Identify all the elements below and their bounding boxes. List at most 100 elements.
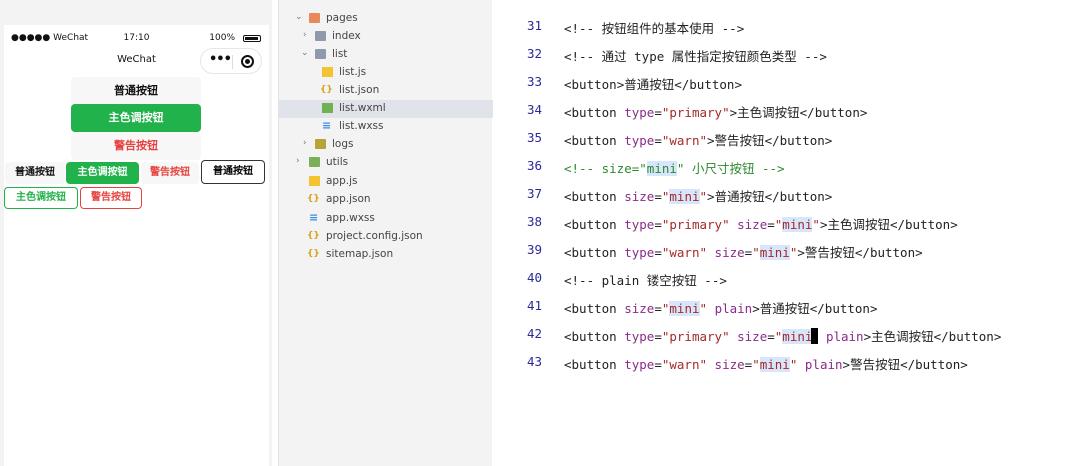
wxss-file-icon: ≡ bbox=[322, 119, 332, 132]
json-file-icon: {} bbox=[307, 194, 320, 204]
line-number: 32 bbox=[526, 46, 542, 61]
code-text[interactable]: <!-- size="mini" 小尺寸按钮 --> bbox=[564, 158, 785, 177]
mini-warn-button[interactable]: 警告按钮 bbox=[141, 162, 199, 184]
js-file-icon bbox=[309, 176, 320, 186]
line-number: 31 bbox=[526, 18, 542, 33]
code-text[interactable]: <!-- plain 镂空按钮 --> bbox=[564, 270, 727, 289]
code-line[interactable]: 33 <button>普通按钮</button> bbox=[493, 70, 1083, 94]
code-line[interactable]: 35 <button type="warn">警告按钮</button> bbox=[493, 126, 1083, 150]
code-line[interactable]: 39 <button type="warn" size="mini">警告按钮<… bbox=[493, 238, 1083, 262]
tree-item-label: list bbox=[332, 48, 348, 60]
mini-primary-button[interactable]: 主色调按钮 bbox=[66, 162, 139, 184]
tree-item-index[interactable]: › index bbox=[279, 28, 493, 46]
simulator-panel: ●●●●● WeChat 17:10 100% WeChat ••• 普通按钮 … bbox=[0, 0, 272, 466]
code-editor[interactable]: 31 <!-- 按钮组件的基本使用 --> 32 <!-- 通过 type 属性… bbox=[493, 0, 1083, 466]
tree-item-list-wxss[interactable]: ≡ list.wxss bbox=[279, 118, 493, 136]
tree-item-label: list.wxml bbox=[339, 102, 386, 114]
default-button[interactable]: 普通按钮 bbox=[71, 77, 201, 105]
warn-button[interactable]: 警告按钮 bbox=[71, 132, 201, 160]
code-text[interactable]: <button>普通按钮</button> bbox=[564, 74, 742, 93]
folder-icon bbox=[309, 13, 320, 23]
code-text[interactable]: <button type="primary">主色调按钮</button> bbox=[564, 102, 867, 121]
wxml-file-icon bbox=[322, 103, 333, 113]
tree-item-label: logs bbox=[332, 138, 354, 150]
tree-item-logs[interactable]: › logs bbox=[279, 136, 493, 154]
code-line[interactable]: 43 <button type="warn" size="mini" plain… bbox=[493, 350, 1083, 374]
tree-item-pages[interactable]: ⌄ pages bbox=[279, 10, 493, 28]
folder-icon bbox=[315, 31, 326, 41]
status-bar: ●●●●● WeChat 17:10 100% bbox=[4, 33, 269, 47]
chevron-down-icon[interactable]: ⌄ bbox=[301, 48, 309, 58]
line-number: 37 bbox=[526, 186, 542, 201]
line-number: 35 bbox=[526, 130, 542, 145]
tree-item-app-js[interactable]: app.js bbox=[279, 173, 493, 191]
folder-icon bbox=[309, 157, 320, 167]
line-number: 33 bbox=[526, 74, 542, 89]
line-number: 40 bbox=[526, 270, 542, 285]
code-line[interactable]: 34 <button type="primary">主色调按钮</button> bbox=[493, 98, 1083, 122]
code-line[interactable]: 37 <button size="mini">普通按钮</button> bbox=[493, 182, 1083, 206]
code-text[interactable]: <button size="mini" plain>普通按钮</button> bbox=[564, 298, 878, 317]
tree-item-label: index bbox=[332, 30, 361, 42]
capsule-divider bbox=[232, 55, 233, 69]
code-text[interactable]: <button type="warn">警告按钮</button> bbox=[564, 130, 832, 149]
chevron-right-icon[interactable]: › bbox=[303, 138, 307, 148]
code-line[interactable]: 32 <!-- 通过 type 属性指定按钮颜色类型 --> bbox=[493, 42, 1083, 66]
json-file-icon: {} bbox=[320, 85, 333, 95]
code-line[interactable]: 42 <button type="primary" size="mini pla… bbox=[493, 322, 1083, 346]
json-file-icon: {} bbox=[307, 231, 320, 241]
code-text[interactable]: <!-- 按钮组件的基本使用 --> bbox=[564, 18, 744, 37]
code-line[interactable]: 31 <!-- 按钮组件的基本使用 --> bbox=[493, 14, 1083, 38]
tree-item-label: project.config.json bbox=[326, 230, 423, 242]
tree-item-label: sitemap.json bbox=[326, 248, 394, 260]
js-file-icon bbox=[322, 67, 333, 77]
tree-item-label: list.js bbox=[339, 66, 367, 78]
tree-item-app-json[interactable]: {} app.json bbox=[279, 191, 493, 209]
chevron-down-icon[interactable]: ⌄ bbox=[295, 12, 303, 22]
line-number: 34 bbox=[526, 102, 542, 117]
line-number: 42 bbox=[526, 326, 542, 341]
code-line[interactable]: 41 <button size="mini" plain>普通按钮</butto… bbox=[493, 294, 1083, 318]
tree-item-label: list.json bbox=[339, 84, 380, 96]
line-number: 39 bbox=[526, 242, 542, 257]
plain-warn-button[interactable]: 警告按钮 bbox=[80, 187, 142, 209]
capsule-menu[interactable]: ••• bbox=[200, 48, 262, 74]
plain-default-button[interactable]: 普通按钮 bbox=[201, 160, 265, 184]
folder-icon bbox=[315, 139, 326, 149]
battery-percent: 100% bbox=[209, 33, 235, 43]
code-line[interactable]: 36 <!-- size="mini" 小尺寸按钮 --> bbox=[493, 154, 1083, 178]
more-icon[interactable]: ••• bbox=[209, 52, 232, 67]
tree-item-sitemap[interactable]: {} sitemap.json bbox=[279, 246, 493, 264]
tree-item-app-wxss[interactable]: ≡ app.wxss bbox=[279, 210, 493, 228]
tree-item-label: app.js bbox=[326, 175, 358, 187]
line-number: 38 bbox=[526, 214, 542, 229]
line-number: 43 bbox=[526, 354, 542, 369]
code-text[interactable]: <!-- 通过 type 属性指定按钮颜色类型 --> bbox=[564, 46, 827, 65]
code-line[interactable]: 38 <button type="primary" size="mini">主色… bbox=[493, 210, 1083, 234]
code-text[interactable]: <button size="mini">普通按钮</button> bbox=[564, 186, 832, 205]
code-text[interactable]: <button type="primary" size="mini">主色调按钮… bbox=[564, 214, 958, 233]
tree-item-label: pages bbox=[326, 12, 358, 24]
code-text[interactable]: <button type="warn" size="mini" plain>警告… bbox=[564, 354, 968, 373]
tree-item-list-json[interactable]: {} list.json bbox=[279, 82, 493, 100]
mini-default-button[interactable]: 普通按钮 bbox=[5, 162, 65, 184]
tree-item-label: app.wxss bbox=[326, 212, 375, 224]
plain-primary-button[interactable]: 主色调按钮 bbox=[4, 187, 78, 209]
wxss-file-icon: ≡ bbox=[309, 211, 319, 224]
chevron-right-icon[interactable]: › bbox=[303, 30, 307, 40]
tree-item-label: utils bbox=[326, 156, 349, 168]
tree-item-list-js[interactable]: list.js bbox=[279, 64, 493, 82]
file-explorer: ⌄ pages › index ⌄ list list.js {} list.j… bbox=[278, 0, 493, 466]
code-text[interactable]: <button type="warn" size="mini">警告按钮</bu… bbox=[564, 242, 923, 261]
tree-item-project-config[interactable]: {} project.config.json bbox=[279, 228, 493, 246]
code-line[interactable]: 40 <!-- plain 镂空按钮 --> bbox=[493, 266, 1083, 290]
tree-item-list[interactable]: ⌄ list bbox=[279, 46, 493, 64]
primary-button[interactable]: 主色调按钮 bbox=[71, 104, 201, 132]
chevron-right-icon[interactable]: › bbox=[296, 156, 300, 166]
close-miniprogram-icon[interactable] bbox=[241, 55, 254, 68]
code-text[interactable]: <button type="primary" size="mini plain>… bbox=[564, 326, 1001, 345]
tree-item-utils[interactable]: › utils bbox=[279, 154, 493, 172]
line-number: 41 bbox=[526, 298, 542, 313]
tree-item-list-wxml[interactable]: list.wxml bbox=[279, 100, 493, 118]
json-file-icon: {} bbox=[307, 249, 320, 259]
